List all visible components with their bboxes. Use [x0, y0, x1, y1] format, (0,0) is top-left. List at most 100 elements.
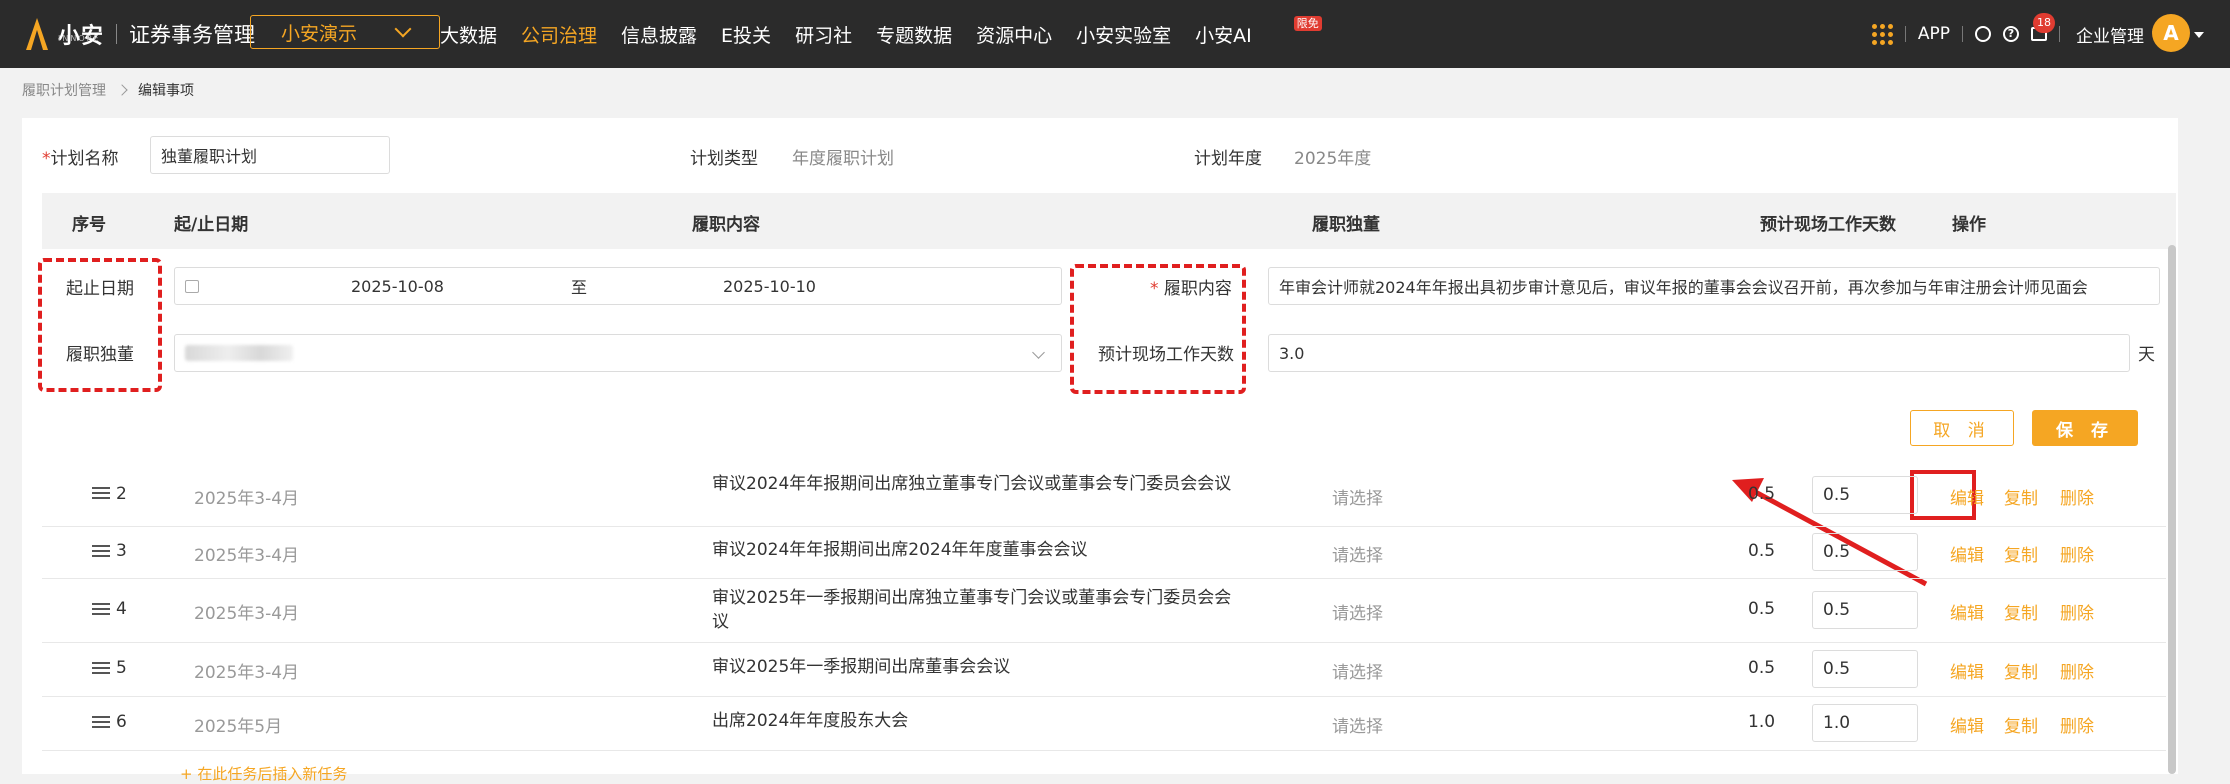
- date-range-picker[interactable]: 2025-10-08 至 2025-10-10: [174, 267, 1062, 305]
- table-row[interactable]: 2 2025年3-4月 审议2024年年报期间出席独立董事专门会议或董事会专门委…: [42, 464, 2166, 527]
- row-director[interactable]: 请选择: [1332, 658, 1383, 683]
- row-delete-link[interactable]: 删除: [2060, 599, 2094, 624]
- nav-item-investor-relations[interactable]: E投关: [721, 21, 771, 48]
- director-select[interactable]: [174, 334, 1062, 372]
- headset-icon[interactable]: [1975, 26, 1991, 42]
- drag-handle-icon[interactable]: [92, 484, 110, 502]
- end-date[interactable]: 2025-10-10: [723, 277, 816, 296]
- header-date: 起/止日期: [174, 215, 249, 235]
- row-index: 4: [116, 599, 127, 619]
- avatar[interactable]: A: [2152, 14, 2190, 52]
- nav-item-academy[interactable]: 研习社: [795, 21, 852, 48]
- logo[interactable]: 小安 证券事务管理: [22, 12, 255, 56]
- table-row[interactable]: 6 2025年5月 出席2024年年度股东大会 请选择 1.0 1.0 编辑 复…: [42, 696, 2166, 751]
- top-right-tools: APP ? 18 企业管理: [1871, 0, 2162, 68]
- table-row[interactable]: 3 2025年3-4月 审议2024年年报期间出席2024年年度董事会会议 请选…: [42, 526, 2166, 579]
- drag-handle-icon[interactable]: [92, 659, 110, 677]
- message-count-badge: 18: [2033, 13, 2055, 33]
- row-days: 0.5: [1748, 541, 1776, 561]
- nav-item-disclosure[interactable]: 信息披露: [621, 21, 697, 48]
- row-copy-link[interactable]: 复制: [2004, 658, 2038, 683]
- app-title: 证券事务管理: [129, 23, 256, 47]
- nav-item-resources[interactable]: 资源中心: [976, 21, 1052, 48]
- header-director: 履职独董: [1312, 215, 1380, 235]
- row-edit-link[interactable]: 编辑: [1950, 599, 1984, 624]
- row-index: 5: [116, 658, 127, 678]
- nav-item-ai[interactable]: 小安AI 限免: [1195, 15, 1328, 48]
- highlight-right-labels: [1070, 264, 1246, 394]
- nav-item-bigdata[interactable]: 大数据: [440, 21, 497, 48]
- plan-name-input[interactable]: 独董履职计划: [150, 136, 390, 174]
- nav-item-topic-data[interactable]: 专题数据: [876, 21, 952, 48]
- row-edit-link[interactable]: 编辑: [1950, 658, 1984, 683]
- content-input[interactable]: 年审会计师就2024年年报出具初步审计意见后，审议年报的董事会会议召开前，再次参…: [1268, 267, 2160, 305]
- row-copy-link[interactable]: 复制: [2004, 541, 2038, 566]
- save-button[interactable]: 保 存: [2032, 410, 2138, 446]
- nav-item-lab[interactable]: 小安实验室: [1076, 21, 1171, 48]
- row-edit-link[interactable]: 编辑: [1950, 484, 1984, 509]
- nav-item-governance[interactable]: 公司治理: [521, 21, 597, 48]
- tenant-selector[interactable]: 小安演示: [250, 15, 440, 49]
- date-range-separator: 至: [571, 278, 588, 297]
- breadcrumb: 履职计划管理 编辑事项: [22, 80, 194, 100]
- row-content: 审议2025年一季报期间出席董事会会议: [712, 657, 1011, 677]
- row-index: 2: [116, 484, 127, 504]
- table-row[interactable]: 5 2025年3-4月 审议2025年一季报期间出席董事会会议 请选择 0.5 …: [42, 642, 2166, 697]
- tenant-name: 小安演示: [280, 22, 357, 45]
- top-navigation-bar: 小安 证券事务管理 INNOPE 小安演示 大数据 公司治理 信息披露 E投关 …: [0, 0, 2230, 68]
- row-days-input[interactable]: 0.5: [1812, 650, 1918, 688]
- row-date: 2025年3-4月: [194, 663, 300, 683]
- days-input[interactable]: 3.0: [1268, 334, 2130, 372]
- vertical-scrollbar[interactable]: [2168, 245, 2176, 774]
- breadcrumb-parent[interactable]: 履职计划管理: [22, 80, 106, 100]
- start-date[interactable]: 2025-10-08: [351, 277, 444, 296]
- drag-handle-icon[interactable]: [92, 542, 110, 560]
- row-delete-link[interactable]: 删除: [2060, 541, 2094, 566]
- chevron-down-icon: [394, 20, 412, 38]
- row-days-input[interactable]: 1.0: [1812, 704, 1918, 742]
- row-days: 1.0: [1748, 712, 1776, 732]
- message-icon[interactable]: 18: [2031, 13, 2055, 41]
- logo-divider: [116, 24, 118, 44]
- row-director[interactable]: 请选择: [1332, 599, 1383, 624]
- row-director[interactable]: 请选择: [1332, 484, 1383, 509]
- app-link[interactable]: APP: [1918, 24, 1950, 44]
- table-row[interactable]: 4 2025年3-4月 审议2025年一季报期间出席独立董事专门会议或董事会专门…: [42, 578, 2166, 643]
- header-days: 预计现场工作天数: [1760, 215, 1896, 235]
- row-days-input[interactable]: 0.5: [1812, 591, 1918, 629]
- drag-handle-icon[interactable]: [92, 600, 110, 618]
- row-content: 审议2025年一季报期间出席独立董事专门会议或董事会专门委员会会议: [712, 588, 1232, 632]
- enterprise-menu[interactable]: 企业管理: [2076, 22, 2144, 47]
- row-copy-link[interactable]: 复制: [2004, 712, 2038, 737]
- row-days-input[interactable]: 0.5: [1812, 476, 1918, 514]
- chevron-right-icon: [116, 84, 128, 96]
- row-delete-link[interactable]: 删除: [2060, 658, 2094, 683]
- row-index: 6: [116, 712, 127, 732]
- free-badge: 限免: [1293, 15, 1322, 31]
- plan-editor-card: *计划名称 独董履职计划 计划类型 年度履职计划 计划年度 2025年度 序号 …: [22, 118, 2178, 774]
- row-content: 审议2024年年报期间出席独立董事专门会议或董事会专门委员会会议: [712, 474, 1232, 494]
- row-edit-link[interactable]: 编辑: [1950, 712, 1984, 737]
- main-nav: 大数据 公司治理 信息披露 E投关 研习社 专题数据 资源中心 小安实验室 小安…: [440, 0, 1352, 68]
- nav-item-ai-label: 小安AI: [1195, 24, 1252, 47]
- row-index: 3: [116, 541, 127, 561]
- row-days: 0.5: [1748, 484, 1776, 504]
- row-director[interactable]: 请选择: [1332, 712, 1383, 737]
- chevron-down-icon: [1032, 346, 1045, 359]
- logo-subtext: INNOPE: [58, 34, 101, 43]
- row-days-input[interactable]: 0.5: [1812, 533, 1918, 571]
- row-content: 审议2024年年报期间出席2024年年度董事会会议: [712, 540, 1088, 560]
- avatar-caret-icon: [2194, 32, 2204, 38]
- row-edit-link[interactable]: 编辑: [1950, 541, 1984, 566]
- row-delete-link[interactable]: 删除: [2060, 484, 2094, 509]
- apps-grid-icon[interactable]: [1871, 23, 1893, 45]
- row-copy-link[interactable]: 复制: [2004, 484, 2038, 509]
- row-content: 出席2024年年度股东大会: [712, 711, 909, 731]
- row-copy-link[interactable]: 复制: [2004, 599, 2038, 624]
- drag-handle-icon[interactable]: [92, 713, 110, 731]
- row-delete-link[interactable]: 删除: [2060, 712, 2094, 737]
- help-icon[interactable]: ?: [2003, 26, 2019, 42]
- calendar-icon: [185, 279, 199, 293]
- row-director[interactable]: 请选择: [1332, 541, 1383, 566]
- row-days: 0.5: [1748, 599, 1776, 619]
